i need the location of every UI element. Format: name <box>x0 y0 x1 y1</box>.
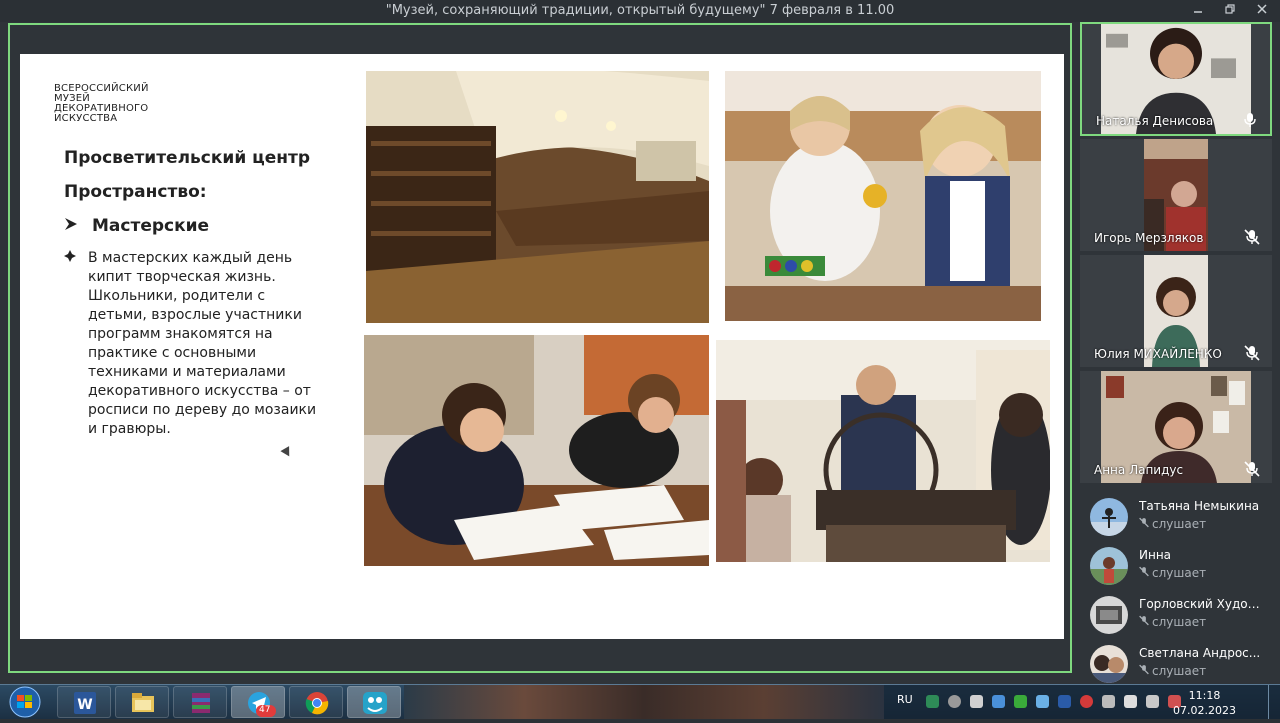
restore-icon[interactable] <box>1218 2 1242 20</box>
volume-icon[interactable] <box>1102 695 1115 708</box>
mic-muted-icon <box>1139 566 1152 580</box>
slide-subheading: Пространство: <box>64 182 207 202</box>
listener-item[interactable]: Светлана Андрос... слушает <box>1090 641 1276 687</box>
listener-status: слушает <box>1139 566 1206 580</box>
title-bar: "Музей, сохраняющий традиции, открытый б… <box>0 0 1280 22</box>
participant-name: Наталья Денисова <box>1096 114 1214 128</box>
listener-item[interactable]: Татьяна Немыкина слушает <box>1090 494 1276 540</box>
workshop-hall-photo <box>366 71 709 323</box>
participant-tile[interactable]: Юлия МИХАЙЛЕНКО <box>1080 255 1272 367</box>
listener-item[interactable]: Горловский Художе... слушает <box>1090 592 1276 638</box>
mic-muted-icon[interactable] <box>1244 461 1260 477</box>
display-icon[interactable] <box>1146 695 1159 708</box>
boys-drawing-photo <box>364 335 709 566</box>
antivirus-icon[interactable] <box>1014 695 1027 708</box>
pruffme-icon[interactable] <box>347 686 401 718</box>
museum-logo: ВСЕРОССИЙСКИЙ МУЗЕЙ ДЕКОРАТИВНОГО ИСКУСС… <box>54 84 149 124</box>
mic-muted-icon[interactable] <box>1244 229 1260 245</box>
signal-icon[interactable] <box>1124 695 1137 708</box>
participant-name: Игорь Мерзляков <box>1094 231 1204 245</box>
bluetooth-icon[interactable] <box>1058 695 1071 708</box>
slide-body: В мастерских каждый день кипит творческа… <box>64 249 324 439</box>
system-clock[interactable]: 11:18 07.02.2023 <box>1173 688 1236 718</box>
participant-tile[interactable]: Наталья Денисова <box>1080 22 1272 136</box>
diamond-bullet-icon <box>64 249 76 268</box>
mic-muted-icon <box>1139 615 1152 629</box>
participant-name: Юлия МИХАЙЛЕНКО <box>1094 347 1222 361</box>
skype-icon[interactable] <box>948 695 961 708</box>
show-desktop-button[interactable] <box>1268 685 1280 719</box>
participant-tile[interactable]: Игорь Мерзляков <box>1080 139 1272 251</box>
language-indicator[interactable]: RU <box>897 693 913 706</box>
mic-muted-icon <box>1139 517 1152 531</box>
avatar <box>1090 596 1128 634</box>
word-icon[interactable]: W <box>57 686 111 718</box>
slide-heading: Просветительский центр <box>64 148 311 168</box>
listener-status: слушает <box>1139 517 1206 531</box>
tray-app-icon[interactable] <box>926 695 939 708</box>
avatar <box>1090 498 1128 536</box>
window-title: "Музей, сохраняющий традиции, открытый б… <box>385 3 895 18</box>
tray-app-icon[interactable] <box>1036 695 1049 708</box>
screen-share-area: ВСЕРОССИЙСКИЙ МУЗЕЙ ДЕКОРАТИВНОГО ИСКУСС… <box>8 23 1072 673</box>
listener-status: слушает <box>1139 664 1206 678</box>
desktop-wallpaper-strip <box>404 685 884 719</box>
windows-taskbar: W 47 RU 11:18 07.02.2023 <box>0 684 1280 719</box>
network-tray-icon[interactable] <box>992 695 1005 708</box>
listener-status-text: слушает <box>1152 664 1207 678</box>
listener-name: Татьяна Немыкина <box>1139 499 1260 513</box>
listener-name: Светлана Андрос... <box>1139 646 1261 660</box>
section-label: Мастерские <box>92 216 210 236</box>
clock-time: 11:18 <box>1188 689 1221 702</box>
svg-text:W: W <box>77 697 92 713</box>
mouse-cursor-icon <box>280 446 294 459</box>
listener-name: Горловский Художе... <box>1139 597 1269 611</box>
usb-icon[interactable] <box>970 695 983 708</box>
avatar <box>1090 645 1128 683</box>
printing-press-photo <box>716 340 1050 562</box>
listener-status: слушает <box>1139 615 1206 629</box>
listener-status-text: слушает <box>1152 615 1207 629</box>
girl-painting-photo <box>725 71 1041 321</box>
participants-panel: Наталья Денисова Игорь Мерзляков Юлия МИ… <box>1078 22 1280 684</box>
listener-name: Инна <box>1139 548 1172 562</box>
minimize-icon[interactable] <box>1186 2 1210 20</box>
logo-line: ИСКУССТВА <box>54 113 118 124</box>
system-tray: RU 11:18 07.02.2023 <box>884 685 1280 719</box>
mic-on-icon[interactable] <box>1242 112 1258 128</box>
file-explorer-icon[interactable] <box>115 686 169 718</box>
clock-date: 07.02.2023 <box>1173 704 1236 717</box>
winrar-icon[interactable] <box>173 686 227 718</box>
opera-icon[interactable] <box>1080 695 1093 708</box>
participant-tile[interactable]: Анна Лапидус <box>1080 371 1272 483</box>
mic-muted-icon[interactable] <box>1244 345 1260 361</box>
slide-paragraph: В мастерских каждый день кипит творческа… <box>88 250 317 437</box>
windows-start-icon[interactable] <box>4 685 44 719</box>
participant-name: Анна Лапидус <box>1094 463 1184 477</box>
avatar <box>1090 547 1128 585</box>
listener-status-text: слушает <box>1152 566 1207 580</box>
chrome-icon[interactable] <box>289 686 343 718</box>
mic-muted-icon <box>1139 664 1152 678</box>
arrow-bullet-icon <box>64 216 92 236</box>
close-icon[interactable] <box>1250 2 1274 20</box>
listener-status-text: слушает <box>1152 517 1207 531</box>
telegram-icon[interactable]: 47 <box>231 686 285 718</box>
notification-count: 47 <box>259 705 271 715</box>
presentation-slide: ВСЕРОССИЙСКИЙ МУЗЕЙ ДЕКОРАТИВНОГО ИСКУСС… <box>20 54 1064 639</box>
section-title: Мастерские <box>64 216 209 236</box>
listener-item[interactable]: Инна слушает <box>1090 543 1276 589</box>
